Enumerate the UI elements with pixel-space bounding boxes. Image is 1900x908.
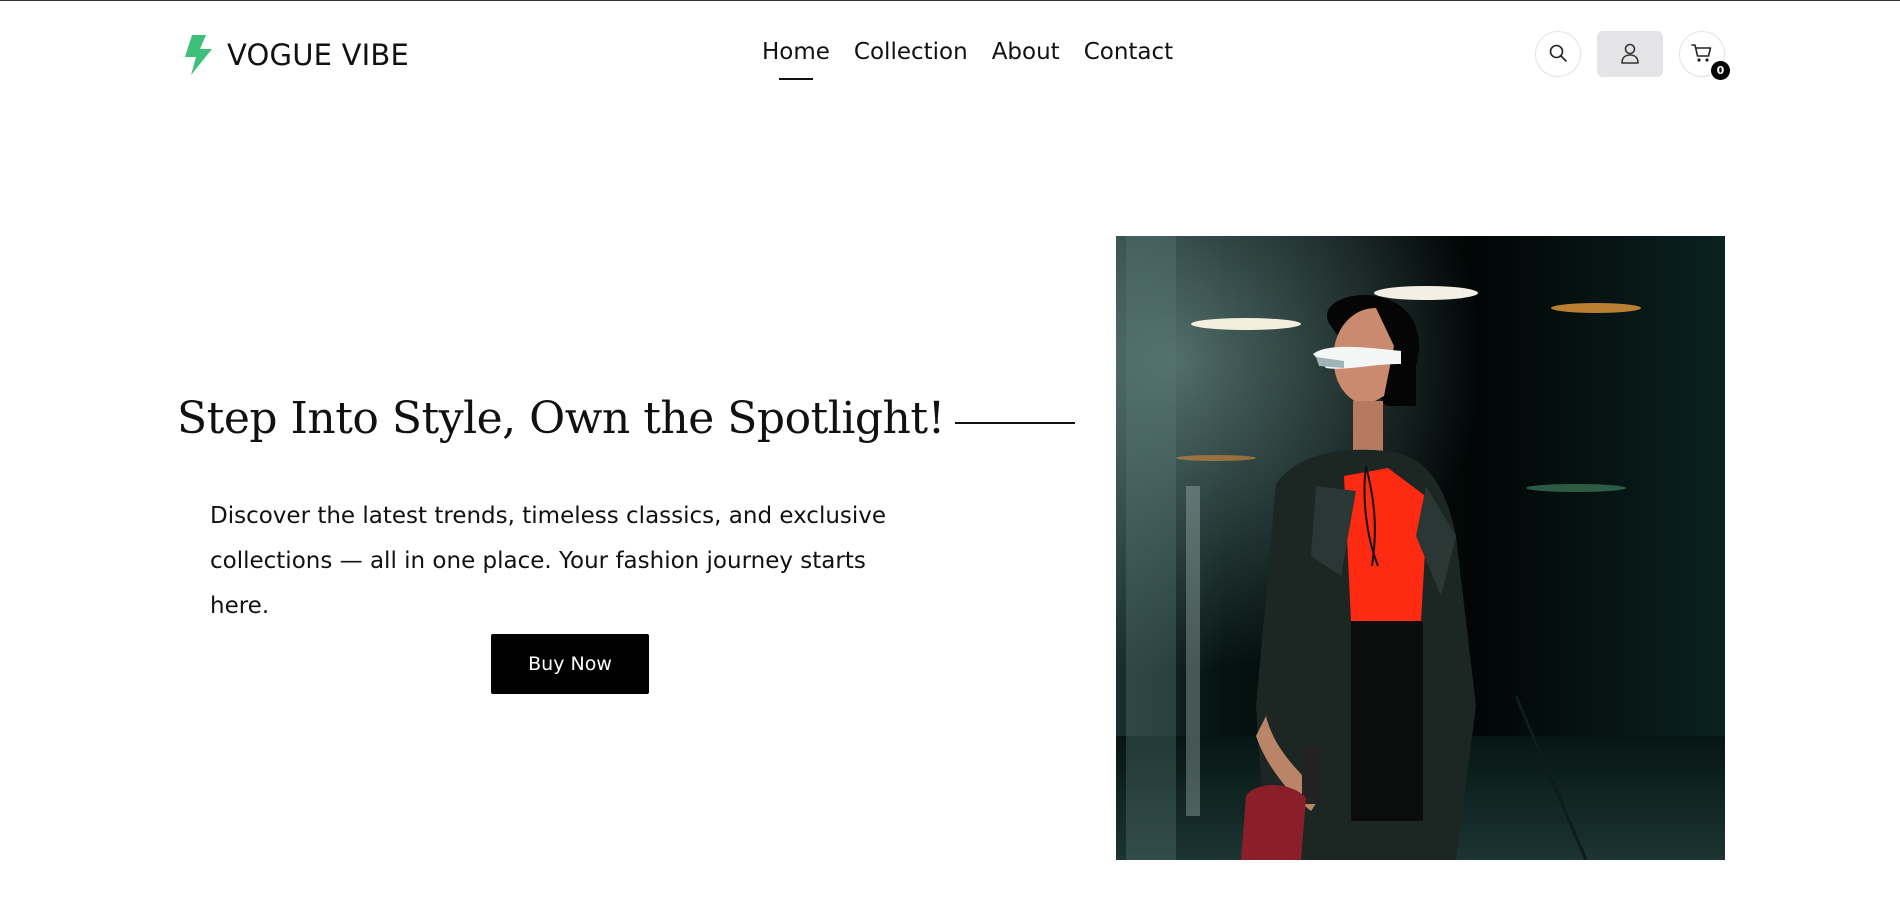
site-header: VOGUE VIBE Home Collection About Contact [0, 0, 1900, 106]
buy-now-button[interactable]: Buy Now [491, 634, 649, 694]
lightning-bolt-icon [183, 35, 213, 75]
brand-name: VOGUE VIBE [227, 38, 410, 72]
hero-title-row: Step Into Style, Own the Spotlight! [177, 393, 1075, 444]
header-actions: 0 [1535, 30, 1730, 80]
nav-item-home[interactable]: Home [762, 36, 842, 80]
nav-item-collection[interactable]: Collection [842, 36, 980, 72]
nav-item-about[interactable]: About [980, 36, 1072, 72]
brand-home-link[interactable]: VOGUE VIBE [183, 33, 409, 77]
user-icon [1619, 42, 1641, 67]
account-button[interactable] [1597, 31, 1663, 77]
title-divider [954, 421, 1075, 424]
hero-title: Step Into Style, Own the Spotlight! [177, 393, 945, 444]
search-button[interactable] [1535, 31, 1581, 77]
hero-photo [1116, 236, 1725, 860]
nav-item-contact[interactable]: Contact [1072, 36, 1185, 72]
cart-button[interactable]: 0 [1679, 31, 1730, 80]
main-nav: Home Collection About Contact [762, 36, 1185, 80]
cart-count-badge: 0 [1711, 61, 1730, 80]
hero-description: Discover the latest trends, timeless cla… [210, 503, 887, 619]
search-icon [1548, 43, 1568, 66]
cart-icon [1691, 42, 1713, 67]
